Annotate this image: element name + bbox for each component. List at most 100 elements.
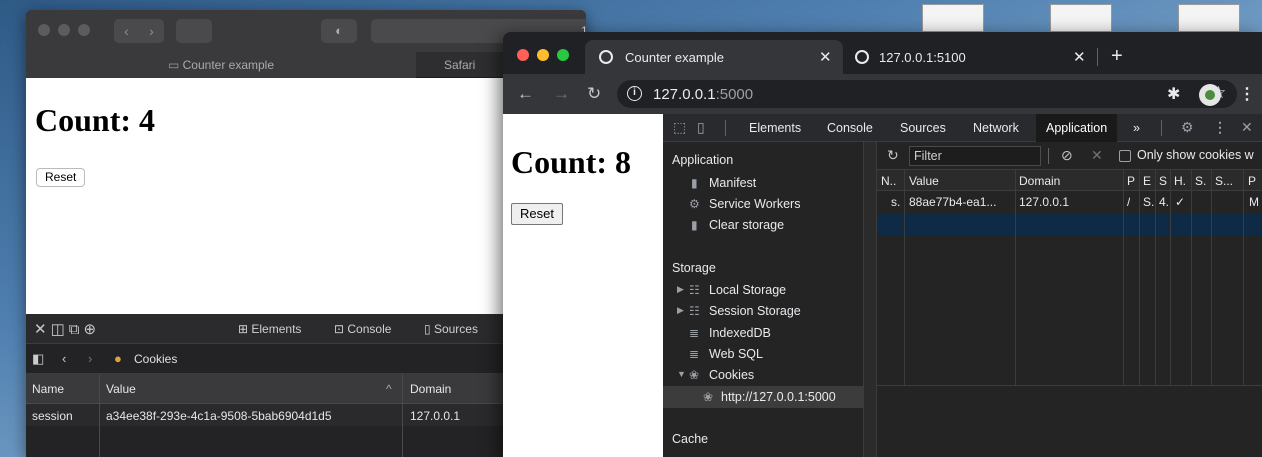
reset-button[interactable]: Reset	[36, 168, 86, 187]
chrome-tab-counter[interactable]: Counter example ✕	[585, 40, 843, 74]
chevron-left-icon[interactable]: ‹	[62, 351, 66, 366]
column-name[interactable]: N..	[881, 174, 896, 188]
sidebar-item-session-storage[interactable]: Session Storage	[709, 304, 801, 318]
sort-ascending-icon: ^	[386, 382, 392, 396]
collapse-arrow-icon[interactable]: ▼	[677, 369, 686, 379]
close-tab-icon[interactable]: ✕	[1073, 48, 1086, 66]
column-path[interactable]: P	[1127, 174, 1135, 188]
gear-icon[interactable]: ⚙	[1181, 119, 1194, 136]
section-storage: Storage	[672, 261, 716, 275]
tab-elements[interactable]: ⊞ Elements	[238, 322, 301, 336]
new-tab-icon[interactable]: +	[1111, 46, 1123, 66]
column-domain[interactable]: Domain	[410, 382, 451, 396]
cookie-icon: ●	[114, 351, 122, 366]
more-menu-icon[interactable]: ⋮	[1239, 84, 1255, 104]
sidebar-item-cookie-origin[interactable]: ❀ http://127.0.0.1:5000	[663, 386, 863, 408]
toolbar-divider	[1161, 120, 1162, 136]
column-divider	[1139, 170, 1140, 385]
window-thumbnail[interactable]	[922, 4, 984, 32]
sidebar-item-manifest[interactable]: Manifest	[709, 176, 756, 190]
more-menu-icon[interactable]: ⋮	[1213, 119, 1227, 136]
chrome-tab-other[interactable]: 127.0.0.1:5100 ✕	[845, 40, 1101, 74]
info-icon[interactable]: i	[627, 86, 642, 101]
cookie-origin-label: http://127.0.0.1:5000	[721, 390, 836, 404]
sidebar-item-service-workers[interactable]: Service Workers	[709, 197, 800, 211]
table-row[interactable]: session a34ee38f-293e-4c1a-9508-5bab6904…	[26, 404, 586, 426]
chevron-right-icon[interactable]: ›	[88, 351, 92, 366]
tab-application[interactable]: Application	[1036, 114, 1118, 142]
column-expires[interactable]: E	[1143, 174, 1151, 188]
reload-icon[interactable]: ↻	[587, 84, 601, 104]
minimize-button[interactable]	[537, 49, 549, 61]
column-samesite[interactable]: S...	[1215, 174, 1233, 188]
sidebar-toggle-button[interactable]	[176, 19, 212, 43]
sidebar-item-clear-storage[interactable]: Clear storage	[709, 218, 784, 232]
terminal-icon: ▭	[167, 58, 183, 72]
close-icon[interactable]: ✕	[1241, 119, 1253, 136]
column-domain[interactable]: Domain	[1019, 174, 1060, 188]
back-icon[interactable]: ←	[517, 84, 534, 104]
minimize-button[interactable]	[58, 24, 70, 36]
privacy-shield-icon[interactable]: ◐	[321, 19, 357, 43]
clear-icon[interactable]: ✕	[1091, 147, 1103, 164]
reset-button[interactable]: Reset	[511, 203, 563, 225]
column-secure[interactable]: S.	[1195, 174, 1206, 188]
sidebar-item-web-sql[interactable]: Web SQL	[709, 347, 763, 361]
breadcrumb-label: Cookies	[134, 352, 178, 366]
omnibox[interactable]: i 127.0.0.1:5000 ☆	[617, 80, 1237, 108]
database-icon: ≣	[689, 326, 700, 340]
expand-arrow-icon[interactable]: ▶	[677, 284, 684, 295]
tab-console[interactable]: ⊡ Console	[334, 322, 391, 336]
window-thumbnail[interactable]	[1178, 4, 1240, 32]
device-toolbar-icon[interactable]: ▯	[697, 119, 705, 136]
column-value[interactable]: Value	[909, 174, 939, 188]
cookie-httponly: ✓	[1175, 195, 1186, 209]
cookie-size: 4.	[1159, 195, 1170, 209]
chevron-left-icon[interactable]: ‹	[124, 23, 129, 39]
safari-tab-counter[interactable]: ▭ Counter example	[26, 52, 416, 78]
expand-arrow-icon[interactable]: ▶	[677, 305, 684, 316]
sidebar-item-indexeddb[interactable]: IndexedDB	[709, 326, 771, 340]
more-tabs-icon[interactable]: »	[1133, 121, 1140, 135]
tab-sources[interactable]: ▯ Sources	[424, 322, 478, 336]
only-show-cookies-label: Only show cookies w	[1137, 148, 1254, 162]
section-cache: Cache	[672, 432, 709, 446]
inspect-element-icon[interactable]: ⬚	[673, 119, 686, 136]
sidebar-scrollbar[interactable]	[863, 142, 877, 457]
column-priority[interactable]: P	[1248, 174, 1256, 188]
cookie-name: s.	[891, 195, 901, 209]
chevron-right-icon[interactable]: ›	[149, 23, 154, 39]
window-thumbnail[interactable]	[1050, 4, 1112, 32]
tab-console[interactable]: Console	[827, 121, 873, 135]
close-button[interactable]	[38, 24, 50, 36]
sidebar-item-cookies[interactable]: Cookies	[709, 368, 754, 382]
tab-network[interactable]: Network	[973, 121, 1019, 135]
inspector-controls[interactable]: ✕◫⧉⊕	[34, 320, 100, 338]
forward-icon[interactable]: →	[553, 84, 570, 104]
close-tab-icon[interactable]: ✕	[819, 48, 832, 66]
profile-avatar[interactable]	[1199, 84, 1221, 106]
globe-icon	[855, 50, 869, 64]
maximize-button[interactable]	[557, 49, 569, 61]
refresh-icon[interactable]: ↻	[887, 147, 899, 164]
only-show-cookies-checkbox[interactable]	[1119, 150, 1131, 162]
close-button[interactable]	[517, 49, 529, 61]
block-icon[interactable]: ⊘	[1061, 147, 1073, 164]
back-forward-buttons[interactable]: ‹ ›	[114, 19, 164, 43]
tab-elements[interactable]: Elements	[749, 121, 801, 135]
column-httponly[interactable]: H.	[1174, 174, 1186, 188]
sidebar-icon[interactable]: ◧	[32, 351, 44, 367]
cookie-table-header: N.. Value Domain P E S H. S. S... P	[877, 170, 1262, 191]
url-text[interactable]: 127.0.0.1:5000	[653, 86, 753, 103]
filter-input[interactable]: Filter	[909, 146, 1041, 166]
safari-page-content: Count: 4 Reset	[26, 78, 586, 314]
column-size[interactable]: S	[1159, 174, 1167, 188]
tab-sources[interactable]: Sources	[900, 121, 946, 135]
column-name[interactable]: Name	[32, 382, 64, 396]
table-row[interactable]: s. 88ae77b4-ea1... 127.0.0.1 / S. 4. ✓ M	[877, 191, 1262, 213]
extensions-puzzle-icon[interactable]: ✱	[1167, 84, 1180, 104]
column-value[interactable]: Value	[106, 382, 136, 396]
zoom-button[interactable]	[78, 24, 90, 36]
sidebar-item-local-storage[interactable]: Local Storage	[709, 283, 786, 297]
table-row-empty-selected[interactable]	[877, 213, 1262, 235]
